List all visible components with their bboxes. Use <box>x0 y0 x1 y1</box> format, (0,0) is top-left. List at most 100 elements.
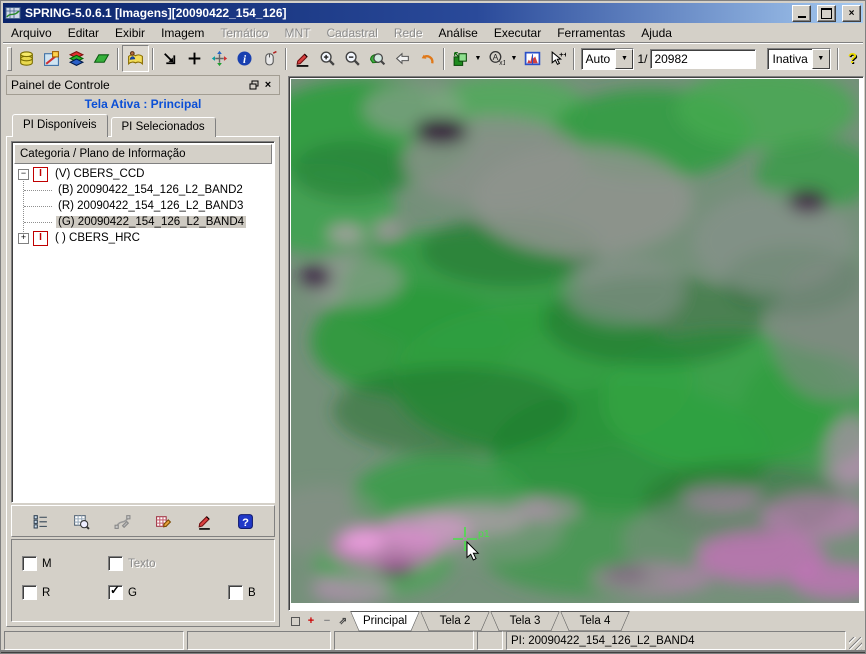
panel-help-button[interactable]: ? <box>233 509 257 533</box>
acquire-button[interactable] <box>257 46 282 71</box>
database-button[interactable] <box>14 46 39 71</box>
control-panel-toggle-button[interactable] <box>122 45 149 72</box>
cursor-mode-combo[interactable]: Inativa ▼ <box>767 48 830 70</box>
tree-category-cbers-ccd[interactable]: − I (V) CBERS_CCD <box>12 166 274 182</box>
tab-pi-disponiveis[interactable]: PI Disponíveis <box>12 114 108 137</box>
checkbox-box[interactable]: ✓ <box>228 585 243 600</box>
close-button[interactable]: × <box>842 5 861 22</box>
menu-item-ferramentas[interactable]: Ferramentas <box>549 25 633 41</box>
zoom-factor-icon: Ax1 <box>488 50 505 67</box>
vector-edit-icon-disabled <box>114 513 131 530</box>
tree-item-band3[interactable]: (R) 20090422_154_126_L2_BAND3 <box>12 198 274 214</box>
active-screen-label: Tela Ativa : Principal <box>4 97 282 111</box>
attribute-table-button[interactable] <box>151 509 175 533</box>
toolbar-separator <box>117 48 119 70</box>
checkbox-texto: ✓ Texto <box>108 556 156 571</box>
checkbox-box[interactable]: ✓ <box>22 556 37 571</box>
select-points-button[interactable]: ++ <box>545 46 570 71</box>
scale-mode-combo[interactable]: Auto ▼ <box>581 48 635 70</box>
tree-category-cbers-hrc[interactable]: + I ( ) CBERS_HRC <box>12 230 274 246</box>
checkbox-g[interactable]: ✓ G <box>108 585 137 600</box>
zoom-in-icon <box>319 50 336 67</box>
expand-icon[interactable]: + <box>18 233 29 244</box>
layer-tree: Categoria / Plano de Informação − I (V) … <box>11 141 275 503</box>
scale-denominator-input[interactable] <box>650 49 756 69</box>
zoom-factor-button[interactable]: Ax1 <box>484 46 509 71</box>
tree-item-band4[interactable]: (G) 20090422_154_126_L2_BAND4 <box>12 214 274 230</box>
redraw-button[interactable] <box>157 46 182 71</box>
checkbox-box[interactable]: ✓ <box>22 585 37 600</box>
screen-icon <box>291 617 300 626</box>
list-button[interactable] <box>29 509 53 533</box>
maximize-icon <box>821 8 832 19</box>
collapse-icon[interactable]: − <box>18 169 29 180</box>
svg-text:p1: p1 <box>478 528 490 540</box>
resize-grip[interactable] <box>849 637 862 650</box>
minimize-button[interactable] <box>792 5 811 22</box>
pi-tabs: PI Disponíveis PI Selecionados <box>12 115 219 137</box>
status-cell-empty <box>477 631 503 650</box>
close-panel-button[interactable]: × <box>261 79 275 92</box>
menu-item-editar[interactable]: Editar <box>60 25 107 41</box>
zoom-region-button[interactable] <box>365 46 390 71</box>
zoom-in-button[interactable] <box>315 46 340 71</box>
control-panel-header[interactable]: Painel de Controle × <box>6 75 280 95</box>
chevron-down-icon[interactable]: ▼ <box>812 49 830 69</box>
toolbar-separator <box>152 48 154 70</box>
menu-item-arquivo[interactable]: Arquivo <box>3 25 60 41</box>
overlay-dropdown[interactable]: ▼ <box>473 55 484 62</box>
tab-pi-selecionados[interactable]: PI Selecionados <box>111 117 216 137</box>
layers-button[interactable] <box>64 46 89 71</box>
tree-item-band2[interactable]: (B) 20090422_154_126_L2_BAND2 <box>12 182 274 198</box>
close-icon: × <box>265 79 271 91</box>
maximize-screen-button[interactable]: ⇗ <box>336 613 350 629</box>
add-point-button[interactable] <box>182 46 207 71</box>
checkbox-r[interactable]: ✓ R <box>22 585 50 600</box>
remove-screen-button[interactable]: − <box>320 613 334 629</box>
svg-text:x1: x1 <box>499 60 505 67</box>
tab-tela-2[interactable]: Tela 2 <box>420 611 490 632</box>
checkbox-m[interactable]: ✓ M <box>22 556 52 571</box>
menu-item-analise[interactable]: Análise <box>431 25 486 41</box>
tab-principal[interactable]: Principal <box>350 611 420 632</box>
maximize-button[interactable] <box>817 5 836 22</box>
checkbox-box[interactable]: ✓ <box>108 585 123 600</box>
menu-item-executar[interactable]: Executar <box>486 25 549 41</box>
contrast-button-panel[interactable] <box>192 509 216 533</box>
screen-button[interactable] <box>288 613 302 629</box>
pan-button[interactable] <box>207 46 232 71</box>
menu-item-ajuda[interactable]: Ajuda <box>633 25 680 41</box>
add-screen-button[interactable]: + <box>304 613 318 629</box>
toolbar-grip[interactable] <box>7 47 12 71</box>
back-arrow-icon <box>394 50 411 67</box>
status-cell-empty <box>187 631 331 650</box>
panel-tools: ? <box>11 505 275 537</box>
chevron-down-icon[interactable]: ▼ <box>615 49 633 69</box>
help-button[interactable]: ? <box>848 50 857 67</box>
titlebar[interactable]: SPRING-5.0.6.1 [Imagens][20090422_154_12… <box>3 3 863 23</box>
info-button[interactable]: i <box>232 46 257 71</box>
previous-view-button[interactable] <box>390 46 415 71</box>
zoom-out-button[interactable] <box>340 46 365 71</box>
menu-item-imagem[interactable]: Imagem <box>153 25 212 41</box>
float-panel-button[interactable] <box>247 79 261 92</box>
data-model-icon <box>43 50 60 67</box>
tab-tela-3[interactable]: Tela 3 <box>490 611 560 632</box>
histogram-button[interactable] <box>520 46 545 71</box>
undo-button[interactable] <box>415 46 440 71</box>
satellite-image[interactable]: p1 <box>291 79 859 603</box>
data-model-button[interactable] <box>39 46 64 71</box>
menu-item-exibir[interactable]: Exibir <box>107 25 153 41</box>
tab-tela-4[interactable]: Tela 4 <box>560 611 630 632</box>
image-viewport[interactable]: p1 <box>288 76 864 611</box>
contrast-button[interactable] <box>290 46 315 71</box>
tree-guide-line <box>24 222 52 223</box>
info-plane-button[interactable] <box>89 46 114 71</box>
zoom-factor-dropdown[interactable]: ▼ <box>509 55 520 62</box>
control-panel-title: Painel de Controle <box>11 78 247 92</box>
checkbox-b[interactable]: ✓ B <box>228 585 256 600</box>
menu-item-rede: Rede <box>386 25 431 41</box>
preview-button[interactable] <box>70 509 94 533</box>
database-icon <box>18 50 35 67</box>
overlay-button[interactable] <box>448 46 473 71</box>
